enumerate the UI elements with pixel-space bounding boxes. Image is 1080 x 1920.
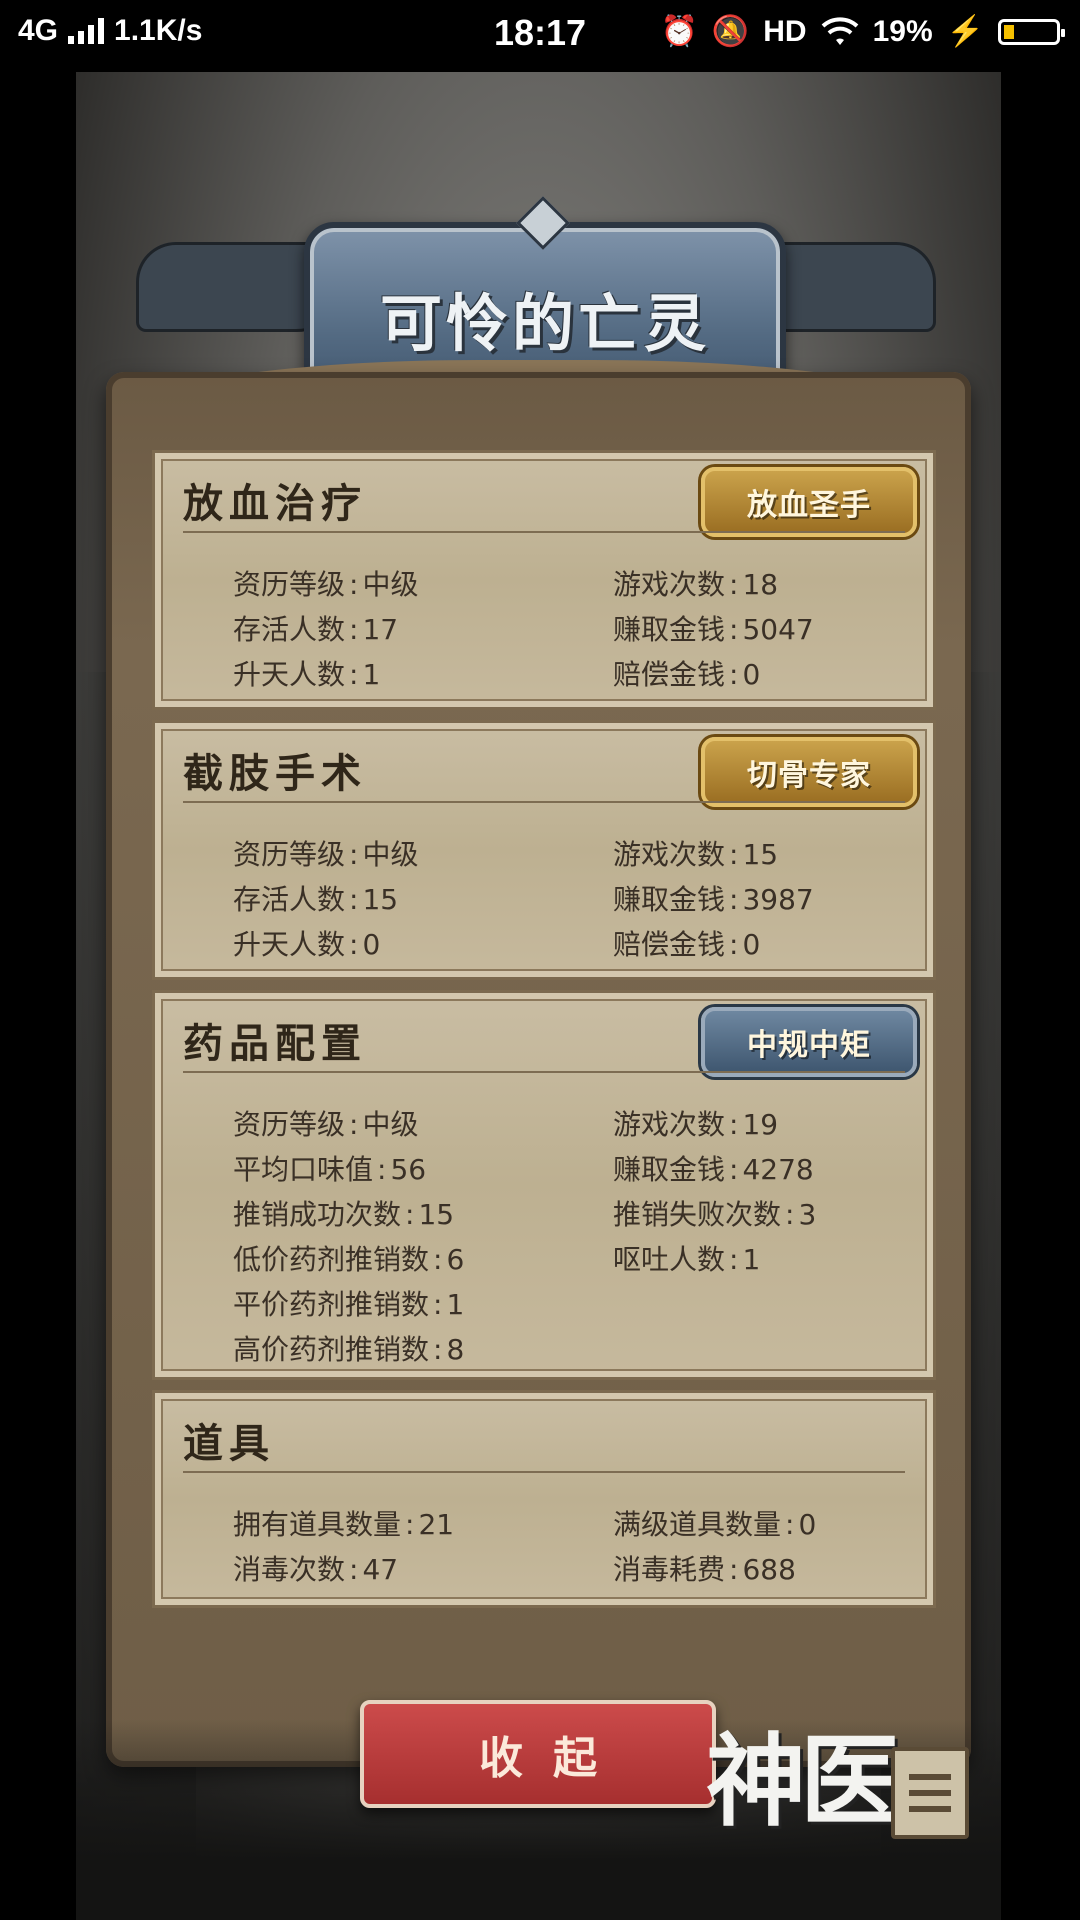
stat-item: 平价药剂推销数:1 [233,1288,465,1321]
section-divider [183,1071,905,1073]
section-divider [183,801,905,803]
stat-item: 游戏次数:18 [613,568,779,601]
stat-item: 呕吐人数:1 [613,1243,761,1276]
stat-item: 满级道具数量:0 [613,1508,817,1541]
stat-item: 资历等级: 中级 [233,838,419,871]
title-badge[interactable]: 放血圣手 [701,467,917,537]
section-divider [183,531,905,533]
stat-item: 高价药剂推销数:8 [233,1333,465,1366]
stat-item: 资历等级: 中级 [233,568,419,601]
battery-percent: 19% [872,14,933,48]
stat-item: 存活人数:15 [233,883,399,916]
status-bar: 4G 1.1K/s 18:17 ⏰ 🔕 HD 19% ⚡ [0,0,1080,72]
menu-list-icon[interactable] [891,1747,969,1839]
stat-item: 赚取金钱:3987 [613,883,814,916]
stat-item: 推销成功次数:15 [233,1198,455,1231]
stat-item: 升天人数:1 [233,658,381,691]
section-title: 道具 [183,1421,275,1467]
stat-item: 游戏次数:19 [613,1108,779,1141]
stat-item: 拥有道具数量:21 [233,1508,455,1541]
title-badge[interactable]: 中规中矩 [701,1007,917,1077]
section-title: 放血治疗 [183,481,367,527]
stat-item: 游戏次数:15 [613,838,779,871]
game-logo: 神医 [706,1722,900,1840]
stat-item: 赚取金钱:4278 [613,1153,814,1186]
stat-item: 存活人数:17 [233,613,399,646]
battery-icon [998,18,1065,45]
section-items: 道具 拥有道具数量:21 满级道具数量:0 消毒次数:47 消毒耗费:688 [152,1390,936,1608]
collapse-button[interactable]: 收起 [360,1700,716,1808]
stat-item: 赚取金钱:5047 [613,613,814,646]
bell-off-icon: 🔕 [711,15,750,48]
title-badge[interactable]: 切骨专家 [701,737,917,807]
stat-item: 资历等级: 中级 [233,1108,419,1141]
section-medicine: 药品配置 中规中矩 资历等级: 中级 游戏次数:19 平均口味值:56 赚取金钱:… [152,990,936,1380]
page-title: 可怜的亡灵 [379,287,710,360]
status-right: ⏰ 🔕 HD 19% ⚡ [660,14,1065,49]
stat-item: 赔偿金钱:0 [613,658,761,691]
section-title: 药品配置 [183,1021,367,1067]
game-screen: 可怜的亡灵 放血治疗 放血圣手 资历等级: 中级 游戏次数:18 存活人数:17 … [76,72,1001,1920]
wifi-icon [821,16,858,45]
stat-item: 赔偿金钱:0 [613,928,761,961]
stat-item: 升天人数:0 [233,928,381,961]
stat-item: 低价药剂推销数:6 [233,1243,465,1276]
section-title: 截肢手术 [183,751,367,797]
stat-item: 推销失败次数:3 [613,1198,817,1231]
section-amputation: 截肢手术 切骨专家 资历等级: 中级 游戏次数:15 存活人数:15 赚取金钱:3… [152,720,936,980]
battery-fill [1004,24,1014,39]
stat-item: 平均口味值:56 [233,1153,427,1186]
stat-item: 消毒次数:47 [233,1553,399,1586]
section-bloodletting: 放血治疗 放血圣手 资历等级: 中级 游戏次数:18 存活人数:17 赚取金钱:5… [152,450,936,710]
bolt-icon: ⚡ [946,15,984,48]
section-divider [183,1471,905,1473]
stat-item: 消毒耗费:688 [613,1553,796,1586]
alarm-icon: ⏰ [660,15,698,48]
hd-indicator: HD [763,14,807,48]
